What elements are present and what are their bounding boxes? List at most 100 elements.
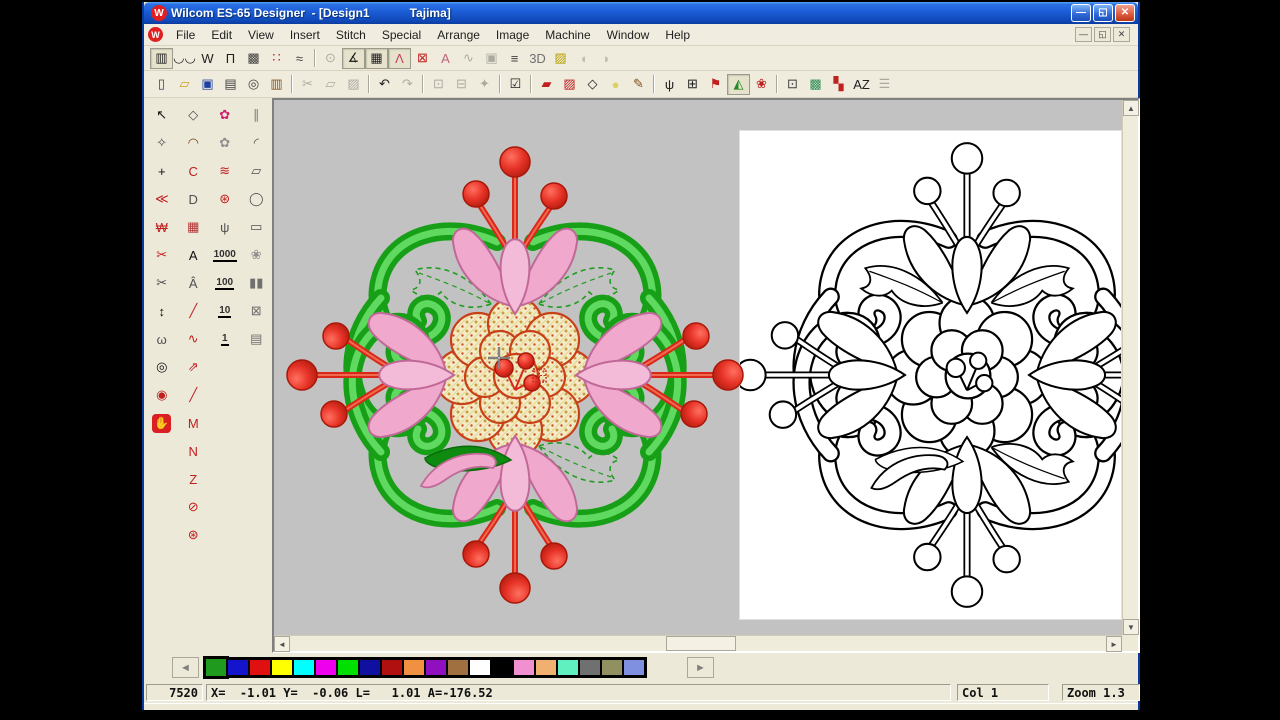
outline-swatch-button[interactable]: ◇ (581, 74, 604, 95)
reshape-arch-tool[interactable]: ◠ (178, 129, 210, 157)
menu-insert[interactable]: Insert (282, 25, 328, 45)
print-preview-button[interactable]: ◎ (242, 74, 265, 95)
scroll-up-button[interactable]: ▲ (1123, 100, 1139, 116)
canvas-viewport[interactable] (274, 100, 1122, 635)
color-swatch[interactable]: 14 (491, 659, 513, 676)
color-swatch[interactable]: 12 (447, 659, 469, 676)
arc-tool[interactable]: ◜ (241, 129, 273, 157)
close-button[interactable]: ✕ (1115, 4, 1135, 22)
n-run-tool[interactable]: N (178, 437, 210, 465)
color-swatch[interactable]: 17 (557, 659, 579, 676)
accordion-button[interactable]: ≡ (503, 48, 526, 69)
thread-colors-tool[interactable]: ▮▮ (241, 269, 273, 297)
menu-machine[interactable]: Machine (537, 25, 598, 45)
bitmap-tool-button[interactable]: ⊡ (781, 74, 804, 95)
hoop-tool[interactable]: ◎ (146, 353, 178, 381)
color-swatch[interactable]: 2 (227, 659, 249, 676)
letter-box-tool[interactable]: D (178, 185, 210, 213)
menu-help[interactable]: Help (657, 25, 698, 45)
florentine-button[interactable]: A (434, 48, 457, 69)
trapunto-button[interactable]: ▨ (549, 48, 572, 69)
satin-stitch-button[interactable]: ▥ (150, 48, 173, 69)
dot-fill-button[interactable]: ⊙ (319, 48, 342, 69)
ellipse-tool[interactable]: ◯ (241, 185, 273, 213)
color-swatch[interactable]: 11 (425, 659, 447, 676)
menu-stitch[interactable]: Stitch (328, 25, 374, 45)
redo-button[interactable]: ↷ (396, 74, 419, 95)
zigzag-stitch-button[interactable]: W (196, 48, 219, 69)
color-swatch[interactable]: 13 (469, 659, 491, 676)
travel-1000-tool[interactable]: 1000 (209, 241, 241, 269)
cut-button[interactable]: ✂ (296, 74, 319, 95)
scroll-left-button[interactable]: ◄ (274, 636, 290, 652)
menu-image[interactable]: Image (488, 25, 537, 45)
color-swatch[interactable]: 15 (513, 659, 535, 676)
color-swatch[interactable]: 6 (315, 659, 337, 676)
image-flower-button[interactable]: ❀ (750, 74, 773, 95)
menu-arrange[interactable]: Arrange (429, 25, 488, 45)
color-swatch[interactable]: 16 (535, 659, 557, 676)
color-swatch[interactable]: 3 (249, 659, 271, 676)
mdi-restore-button[interactable]: ◱ (1094, 27, 1111, 42)
menu-window[interactable]: Window (599, 25, 658, 45)
freehand-select-tool[interactable]: ✧ (146, 129, 178, 157)
penetration-button[interactable]: ψ (658, 74, 681, 95)
baseline-arc-tool[interactable]: Â (178, 269, 210, 297)
flower-select-tool[interactable]: ❀ (241, 241, 273, 269)
parallel-weave-tool[interactable]: ∥ (241, 101, 273, 129)
applique-patch-tool[interactable]: ▦ (178, 213, 210, 241)
triple-run-tool[interactable]: ⇗ (178, 353, 210, 381)
fan-fill-tool[interactable]: ω (146, 325, 178, 353)
fill-swatch-button[interactable]: ● (604, 74, 627, 95)
single-run-tool[interactable]: ╱ (178, 381, 210, 409)
stitch-run-tool[interactable]: ╱ (178, 297, 210, 325)
print-button[interactable]: ▤ (219, 74, 242, 95)
save-design-button[interactable]: ▣ (196, 74, 219, 95)
stitch-sequence-button[interactable]: ☰ (873, 74, 896, 95)
wheel-fill-tool[interactable]: ⊛ (178, 521, 210, 549)
satin-swatch-button[interactable]: ▰ (535, 74, 558, 95)
color-swatch[interactable]: 18 (579, 659, 601, 676)
circle-cw-tool[interactable]: C (178, 157, 210, 185)
feather-edge-button[interactable]: Λ (388, 48, 411, 69)
horizontal-scrollbar[interactable]: ◄ ► (274, 635, 1122, 651)
color-swatch[interactable]: 5 (293, 659, 315, 676)
reshape-tool[interactable]: ◇ (178, 101, 210, 129)
color-swatch[interactable]: 7 (337, 659, 359, 676)
block-colors-button[interactable]: ▚ (827, 74, 850, 95)
grid-toggle-button[interactable]: ⊞ (681, 74, 704, 95)
scroll-right-button[interactable]: ► (1106, 636, 1122, 652)
title-bar[interactable]: W Wilcom ES-65 Designer - [Design1 Tajim… (144, 2, 1138, 24)
image-hide-tool[interactable]: ⊠ (241, 297, 273, 325)
z-run-tool[interactable]: Z (178, 465, 210, 493)
zigzag-run-tool[interactable]: M (178, 409, 210, 437)
thread-cut-tool[interactable]: ✂ (146, 269, 178, 297)
minimize-button[interactable]: — (1071, 4, 1091, 22)
motif-run-tool[interactable]: ⊛ (209, 185, 241, 213)
vertical-scrollbar[interactable]: ▲ ▼ (1122, 100, 1138, 635)
needle-updown-tool[interactable]: ↕ (146, 297, 178, 325)
color-flags-button[interactable]: ⚑ (704, 74, 727, 95)
undo-button[interactable]: ↶ (373, 74, 396, 95)
palette-right-arrow[interactable]: ► (687, 657, 714, 678)
three-d-button[interactable]: 3D (526, 48, 549, 69)
horizontal-scroll-thumb[interactable] (666, 636, 736, 651)
e-stitch-button[interactable]: Π (219, 48, 242, 69)
color-swatch[interactable]: 1 (205, 658, 227, 677)
tatami-stitch-button[interactable]: ◡◡ (173, 48, 196, 69)
pattern-box-button[interactable]: ⊠ (411, 48, 434, 69)
needle-point-tool[interactable]: ψ (209, 213, 241, 241)
new-design-button[interactable]: ▯ (150, 74, 173, 95)
stitch-select-tool[interactable]: ≪ (146, 185, 178, 213)
open-shape-tool[interactable]: ▱ (241, 157, 273, 185)
ungroup-button[interactable]: ⊟ (450, 74, 473, 95)
travel-100-tool[interactable]: 100 (209, 269, 241, 297)
scroll-down-button[interactable]: ▼ (1123, 619, 1139, 635)
rectangle-tool[interactable]: ▭ (241, 213, 273, 241)
point-select-tool[interactable]: + (146, 157, 178, 185)
wave-effect-button[interactable]: ∿ (457, 48, 480, 69)
elastic-right-button[interactable]: ◗ (595, 48, 618, 69)
stitch-cut-tool[interactable]: ✂ (146, 241, 178, 269)
travel-1-tool[interactable]: 1 (209, 325, 241, 353)
lettering-tool[interactable]: A (178, 241, 210, 269)
